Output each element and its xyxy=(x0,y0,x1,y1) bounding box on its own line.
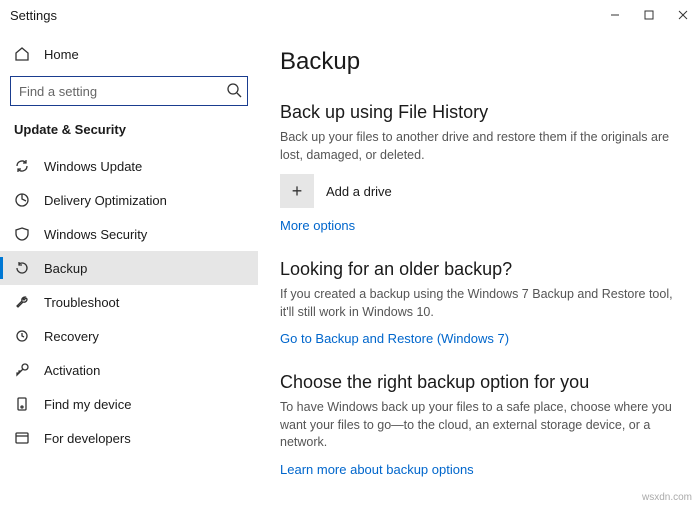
watermark: wsxdn.com xyxy=(642,492,692,503)
minimize-button[interactable] xyxy=(598,0,632,30)
recovery-icon xyxy=(14,328,30,344)
developer-icon xyxy=(14,430,30,446)
home-icon xyxy=(14,46,30,62)
sidebar-item-windows-update[interactable]: Windows Update xyxy=(0,149,258,183)
titlebar: Settings xyxy=(0,0,700,30)
sidebar-item-recovery[interactable]: Recovery xyxy=(0,319,258,353)
add-drive-button[interactable]: + Add a drive xyxy=(280,174,678,208)
sidebar-item-label: Recovery xyxy=(44,329,99,344)
section-choose-option: Choose the right backup option for you T… xyxy=(280,372,678,477)
section-heading: Back up using File History xyxy=(280,102,678,123)
sidebar-item-label: Troubleshoot xyxy=(44,295,119,310)
sidebar-item-troubleshoot[interactable]: Troubleshoot xyxy=(0,285,258,319)
section-title: Update & Security xyxy=(0,116,258,149)
sidebar-item-label: Backup xyxy=(44,261,87,276)
sidebar-item-label: Activation xyxy=(44,363,100,378)
section-desc: Back up your files to another drive and … xyxy=(280,129,678,164)
maximize-button[interactable] xyxy=(632,0,666,30)
sidebar-item-label: Windows Update xyxy=(44,159,142,174)
add-drive-label: Add a drive xyxy=(326,184,392,199)
location-icon xyxy=(14,396,30,412)
delivery-icon xyxy=(14,192,30,208)
key-icon xyxy=(14,362,30,378)
sidebar-item-for-developers[interactable]: For developers xyxy=(0,421,258,455)
section-desc: To have Windows back up your files to a … xyxy=(280,399,678,452)
content-pane: Backup Back up using File History Back u… xyxy=(258,30,700,507)
window-controls xyxy=(598,0,700,30)
sidebar-item-find-my-device[interactable]: Find my device xyxy=(0,387,258,421)
plus-icon: + xyxy=(280,174,314,208)
sidebar-item-delivery-optimization[interactable]: Delivery Optimization xyxy=(0,183,258,217)
section-older-backup: Looking for an older backup? If you crea… xyxy=(280,259,678,346)
sidebar-item-label: Delivery Optimization xyxy=(44,193,167,208)
backup-restore-link[interactable]: Go to Backup and Restore (Windows 7) xyxy=(280,331,678,346)
sidebar-item-label: For developers xyxy=(44,431,131,446)
section-desc: If you created a backup using the Window… xyxy=(280,286,678,321)
learn-more-link[interactable]: Learn more about backup options xyxy=(280,462,678,477)
close-button[interactable] xyxy=(666,0,700,30)
section-heading: Choose the right backup option for you xyxy=(280,372,678,393)
sidebar: Home Update & Security Windows Update xyxy=(0,30,258,507)
section-heading: Looking for an older backup? xyxy=(280,259,678,280)
home-nav[interactable]: Home xyxy=(0,40,258,68)
sidebar-item-activation[interactable]: Activation xyxy=(0,353,258,387)
page-title: Backup xyxy=(280,48,678,76)
home-label: Home xyxy=(44,47,79,62)
window-title: Settings xyxy=(10,8,57,23)
sidebar-item-label: Windows Security xyxy=(44,227,147,242)
backup-icon xyxy=(14,260,30,276)
sidebar-item-backup[interactable]: Backup xyxy=(0,251,258,285)
shield-icon xyxy=(14,226,30,242)
sync-icon xyxy=(14,158,30,174)
sidebar-item-windows-security[interactable]: Windows Security xyxy=(0,217,258,251)
wrench-icon xyxy=(14,294,30,310)
more-options-link[interactable]: More options xyxy=(280,218,678,233)
section-file-history: Back up using File History Back up your … xyxy=(280,102,678,233)
search-input[interactable] xyxy=(10,76,248,106)
sidebar-item-label: Find my device xyxy=(44,397,131,412)
